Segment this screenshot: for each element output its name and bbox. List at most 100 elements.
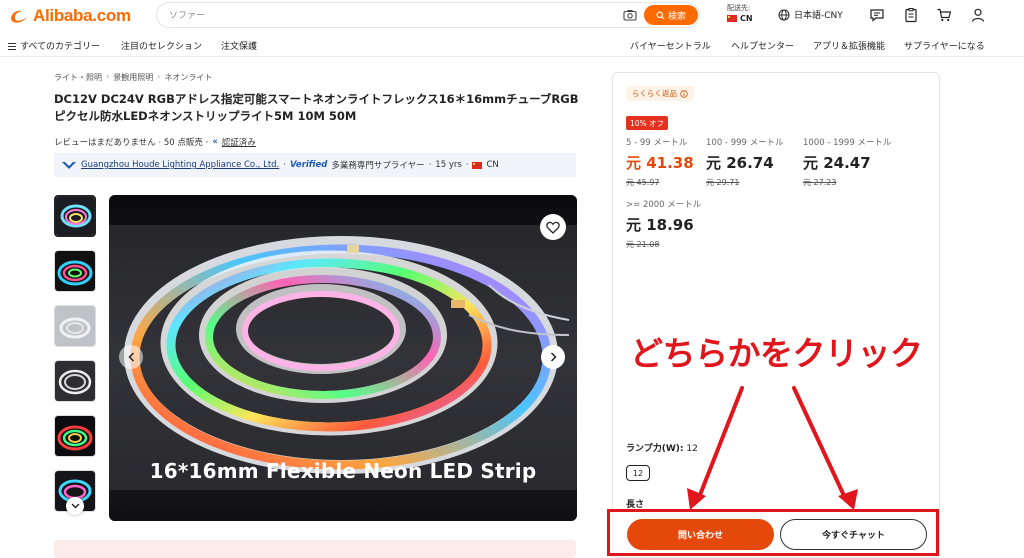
nav-order-protection[interactable]: 注文保護 <box>221 39 257 52</box>
main-product-image[interactable]: 16*16mm Flexible Neon LED Strip <box>109 195 577 521</box>
chevron-right-icon: › <box>157 72 161 81</box>
search-box[interactable]: 検索 <box>156 2 700 28</box>
china-flag-icon <box>727 15 737 22</box>
inquiry-button[interactable]: 問い合わせ <box>627 519 774 550</box>
user-icon[interactable] <box>970 7 986 23</box>
china-flag-icon <box>472 161 483 169</box>
separator: · <box>428 160 432 170</box>
annotation-text: どちらかをクリック <box>630 334 923 373</box>
deliver-country: CN <box>727 14 753 23</box>
thumbnails-scroll-down-button[interactable] <box>66 497 84 515</box>
verified-check-icon: « <box>212 137 218 147</box>
tier-original-price: 元 27.23 <box>803 178 837 187</box>
alibaba-logo[interactable]: Alibaba.com <box>8 6 131 26</box>
easy-return-label: らくらく返品 <box>632 89 677 98</box>
tier-range: 5 - 99 メートル <box>626 138 688 148</box>
category-nav: すべてのカテゴリー 注目のセレクション 注文保護 バイヤーセントラル ヘルプセン… <box>0 33 1024 57</box>
price-tier: 5 - 99 メートル 元 41.38 元 45.97 <box>626 136 694 188</box>
breadcrumb-item[interactable]: 景観用照明 <box>113 72 153 83</box>
attribute-label: ランプ力(W): 12 <box>626 441 698 454</box>
globe-icon <box>778 9 790 20</box>
nav-help-center[interactable]: ヘルプセンター <box>731 39 794 52</box>
tier-price: 元 24.47 <box>803 154 871 172</box>
cart-icon[interactable] <box>936 7 952 23</box>
verified-badge: Verified <box>289 160 328 170</box>
camera-icon[interactable] <box>623 9 637 21</box>
next-image-button[interactable] <box>541 345 565 369</box>
supplier-country: CN <box>486 160 499 170</box>
tier-price: 元 26.74 <box>706 154 774 172</box>
orders-icon[interactable] <box>903 7 919 23</box>
tier-range: 100 - 999 メートル <box>706 138 784 148</box>
nav-all-categories-label: すべてのカテゴリー <box>20 42 101 52</box>
tier-range: 1000 - 1999 メートル <box>803 138 892 148</box>
verified-link[interactable]: 認証済み <box>222 136 256 148</box>
nav-all-categories[interactable]: すべてのカテゴリー <box>8 39 100 52</box>
thumbnail-image[interactable] <box>54 305 96 347</box>
language-currency-selector[interactable]: 日本語-CNY <box>778 8 843 21</box>
supplier-years: 15 yrs <box>435 160 462 170</box>
attribute-option[interactable]: 12 <box>626 465 650 481</box>
discount-badge: 10% オフ <box>626 116 669 130</box>
nav-apps-extensions[interactable]: アプリ＆拡張機能 <box>813 39 885 52</box>
tier-price: 元 18.96 <box>626 216 694 234</box>
attribute-value: 12 <box>686 444 698 454</box>
product-title: DC12V DC24V RGBアドレス指定可能スマートネオンライトフレックス16… <box>54 92 579 123</box>
thumbnail-image[interactable] <box>54 195 96 237</box>
supplier-type: 多業務専門サプライヤー <box>331 161 425 171</box>
breadcrumb: ライト・照明 › 景観用照明 › ネオンライト <box>54 72 212 83</box>
thumbnail-image[interactable] <box>54 250 96 292</box>
nav-become-supplier[interactable]: サプライヤーになる <box>904 39 985 52</box>
tier-original-price: 元 45.97 <box>626 178 660 187</box>
logo-icon <box>11 10 27 23</box>
chevron-left-icon <box>127 352 134 362</box>
nav-featured[interactable]: 注目のセレクション <box>121 39 202 52</box>
chevron-right-icon <box>550 352 557 362</box>
tier-range: >= 2000 メートル <box>626 200 702 210</box>
chat-now-button[interactable]: 今すぐチャット <box>780 519 927 550</box>
breadcrumb-item[interactable]: ライト・照明 <box>54 72 102 83</box>
thumbnail-list <box>54 195 96 525</box>
image-caption: 16*16mm Flexible Neon LED Strip <box>149 459 537 483</box>
supplier-logo-icon <box>62 162 76 169</box>
favorite-button[interactable] <box>540 214 566 240</box>
purchase-panel: らくらく返品 10% オフ 5 - 99 メートル 元 41.38 元 45.9… <box>612 72 940 558</box>
deliver-country-code: CN <box>740 14 753 23</box>
promo-strip <box>54 540 576 558</box>
search-button-label: 検索 <box>667 11 686 22</box>
search-icon <box>656 10 665 20</box>
deliver-to-selector[interactable]: 配送先: CN <box>727 3 753 23</box>
easy-return-badge[interactable]: らくらく返品 <box>626 86 694 101</box>
separator: · <box>465 160 469 170</box>
supplier-name-link[interactable]: Guangzhou Houde Lighting Appliance Co., … <box>81 160 279 170</box>
language-currency-label: 日本語-CNY <box>794 11 843 21</box>
search-input[interactable] <box>169 7 609 24</box>
info-icon <box>680 89 688 98</box>
search-button[interactable]: 検索 <box>644 5 698 25</box>
chevron-right-icon: › <box>106 72 110 81</box>
heart-icon <box>546 221 560 234</box>
thumbnail-image[interactable] <box>54 360 96 402</box>
thumbnail-image[interactable] <box>54 415 96 457</box>
tier-original-price: 元 21.08 <box>626 240 660 249</box>
action-buttons-highlight: 問い合わせ 今すぐチャット <box>607 509 939 556</box>
chevron-down-icon <box>71 503 79 509</box>
logo-text: Alibaba.com <box>33 6 131 25</box>
previous-image-button[interactable] <box>119 345 143 369</box>
price-tier: 1000 - 1999 メートル 元 24.47 元 27.23 <box>803 136 891 188</box>
review-summary: レビューはまだありません · 50 点販売 · « 認証済み <box>54 136 256 148</box>
nav-buyer-central[interactable]: バイヤーセントラル <box>630 39 711 52</box>
review-text: レビューはまだありません · 50 点販売 · <box>54 138 209 148</box>
price-tier: >= 2000 メートル 元 18.96 元 21.08 <box>626 198 701 250</box>
tier-price: 元 41.38 <box>626 154 694 172</box>
menu-icon <box>8 43 16 50</box>
message-icon[interactable] <box>869 7 885 23</box>
tier-original-price: 元 29.71 <box>706 178 740 187</box>
supplier-bar: Guangzhou Houde Lighting Appliance Co., … <box>54 153 576 177</box>
top-header: Alibaba.com 検索 配送先: CN 日本語-CNY <box>0 0 1024 33</box>
breadcrumb-item[interactable]: ネオンライト <box>164 72 212 83</box>
separator: · <box>283 160 286 170</box>
price-tier: 100 - 999 メートル 元 26.74 元 29.71 <box>706 136 784 188</box>
deliver-label: 配送先: <box>727 4 751 12</box>
attribute-name: ランプ力(W): <box>626 444 684 454</box>
